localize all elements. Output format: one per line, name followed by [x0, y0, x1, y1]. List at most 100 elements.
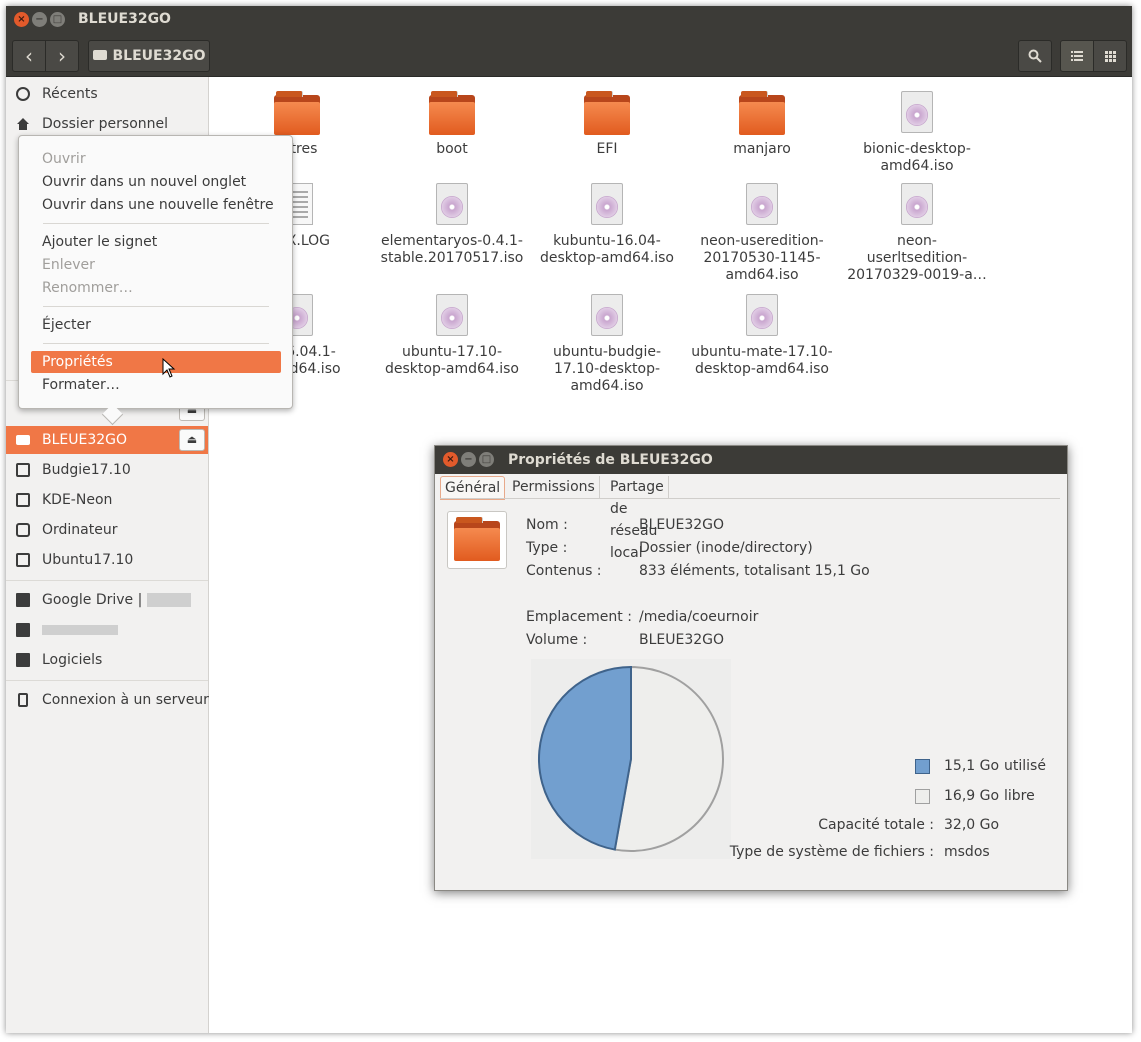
file-name: amd64.iso: [880, 158, 954, 174]
sidebar-item-label: Récents: [42, 86, 98, 102]
disc-image-icon: [584, 294, 630, 340]
forward-button[interactable]: ›: [45, 40, 79, 72]
file-name: desktop-amd64.iso: [694, 361, 829, 377]
sidebar-item-logiciels[interactable]: Logiciels: [6, 646, 208, 674]
file-name: boot: [436, 141, 468, 157]
type-value: Dossier (inode/directory): [639, 540, 813, 556]
sidebar-item-label: Google Drive |: [42, 586, 191, 614]
list-view-button[interactable]: [1060, 40, 1094, 72]
sidebar-item-recents[interactable]: Récents: [6, 80, 208, 108]
file-name: stable.20170517.iso: [380, 250, 524, 266]
sidebar-item-computer[interactable]: Ordinateur: [6, 516, 208, 544]
menu-item-add-bookmark[interactable]: Ajouter le signet: [31, 231, 281, 253]
search-button[interactable]: [1018, 40, 1052, 72]
file-name: elementaryos-0.4.1-: [381, 233, 523, 249]
folder-icon: [429, 91, 475, 137]
capacity-label: Capacité totale :: [818, 817, 934, 833]
file-item[interactable]: ubuntu-mate-17.10- desktop-amd64.iso: [687, 294, 837, 378]
file-item[interactable]: manjaro: [687, 91, 837, 158]
redacted-text: [42, 625, 118, 635]
sidebar-item-bleue32go[interactable]: BLEUE32GO ⏏: [6, 426, 208, 454]
sidebar-item-label: [42, 616, 118, 644]
contents-value: 833 éléments, totalisant 15,1 Go: [639, 563, 870, 579]
back-arrow-icon: ‹: [25, 44, 33, 68]
file-name: desktop-amd64.iso: [384, 361, 519, 377]
minimize-window-button[interactable]: −: [32, 12, 47, 27]
folder-icon: [16, 593, 30, 607]
close-window-button[interactable]: ×: [14, 12, 29, 27]
dialog-close-button[interactable]: ×: [443, 452, 458, 467]
sidebar-item-label: Connexion à un serveur: [42, 692, 209, 708]
sidebar-divider: [6, 580, 208, 581]
menu-item-properties[interactable]: Propriétés: [31, 351, 281, 373]
sidebar-item-redacted-folder[interactable]: [6, 616, 208, 644]
disc-image-icon: [584, 183, 630, 229]
free-legend-swatch: [915, 789, 930, 804]
menu-item-eject[interactable]: Éjecter: [31, 314, 281, 336]
grid-view-button[interactable]: [1093, 40, 1127, 72]
file-item[interactable]: ubuntu-budgie- 17.10-desktop-amd64.iso: [532, 294, 682, 395]
file-item[interactable]: boot: [377, 91, 527, 158]
contents-label: Contenus :: [526, 563, 602, 579]
sidebar-item-label: Dossier personnel: [42, 116, 169, 132]
used-legend-swatch: [915, 759, 930, 774]
title-bar: × − □ BLEUE32GO: [6, 6, 1132, 34]
clock-icon: [16, 87, 30, 101]
back-button[interactable]: ‹: [12, 40, 46, 72]
dialog-maximize-button[interactable]: □: [479, 452, 494, 467]
name-label: Nom :: [526, 517, 568, 533]
menu-item-remove[interactable]: Enlever: [31, 254, 281, 276]
file-item[interactable]: ubuntu-17.10- desktop-amd64.iso: [377, 294, 527, 378]
dialog-title-bar: × − □ Propriétés de BLEUE32GO: [435, 446, 1067, 474]
free-label: libre: [1004, 788, 1035, 804]
file-item[interactable]: neon-userltsedition- 20170329-0019-a…: [842, 183, 992, 284]
sidebar-item-label: Ordinateur: [42, 522, 118, 538]
dialog-minimize-button[interactable]: −: [461, 452, 476, 467]
file-name: ubuntu-budgie-: [552, 344, 661, 360]
menu-item-open[interactable]: Ouvrir: [31, 148, 281, 170]
tab-network-sharing[interactable]: Partage de réseau local: [606, 476, 669, 561]
volume-value: BLEUE32GO: [639, 632, 725, 648]
sidebar-item-home[interactable]: Dossier personnel: [6, 110, 208, 138]
file-item[interactable]: EFI: [532, 91, 682, 158]
sidebar-item-ubuntu[interactable]: Ubuntu17.10: [6, 546, 208, 574]
menu-item-open-new-window[interactable]: Ouvrir dans une nouvelle fenêtre: [31, 194, 281, 216]
file-item[interactable]: bionic-desktop-amd64.iso: [842, 91, 992, 175]
file-item[interactable]: kubuntu-16.04- desktop-amd64.iso: [532, 183, 682, 267]
maximize-window-button[interactable]: □: [50, 12, 65, 27]
location-value: /media/coeurnoir: [639, 609, 759, 625]
free-size: 16,9 Go: [944, 788, 1000, 804]
sidebar-item-google-drive[interactable]: Google Drive |: [6, 586, 208, 614]
file-name: ubuntu-mate-17.10-: [691, 344, 833, 360]
capacity-value: 32,0 Go: [944, 817, 1000, 833]
breadcrumb-button[interactable]: BLEUE32GO: [88, 40, 210, 72]
file-item[interactable]: elementaryos-0.4.1- stable.20170517.iso: [377, 183, 527, 267]
drive-icon: [16, 493, 30, 507]
pie-slice-used: [538, 665, 632, 851]
menu-item-format[interactable]: Formater…: [31, 374, 281, 396]
computer-icon: [16, 523, 30, 537]
sidebar-item-kde-neon[interactable]: KDE-Neon: [6, 486, 208, 514]
folder-icon: [16, 653, 30, 667]
redacted-text: [146, 593, 191, 607]
home-icon: [17, 118, 29, 130]
file-name: desktop-amd64.iso: [539, 250, 674, 266]
file-manager-window: × − □ BLEUE32GO ‹ › BLEUE32GO Récents Do…: [6, 6, 1132, 1033]
sidebar-item-budgie[interactable]: Budgie17.10: [6, 456, 208, 484]
drive-icon: [16, 463, 30, 477]
sidebar-item-connect-server[interactable]: Connexion à un serveur: [6, 686, 209, 714]
file-item[interactable]: neon-useredition- 20170530-1145- amd64.iso: [687, 183, 837, 284]
menu-item-rename[interactable]: Renommer…: [31, 277, 281, 299]
tab-general[interactable]: Général: [440, 476, 506, 500]
folder-preview: [447, 511, 507, 569]
disc-image-icon: [894, 91, 940, 137]
file-name: amd64.iso: [725, 267, 799, 283]
drive-icon: [16, 553, 30, 567]
breadcrumb-label: BLEUE32GO: [112, 48, 206, 64]
tab-permissions[interactable]: Permissions: [508, 476, 600, 498]
menu-item-open-new-tab[interactable]: Ouvrir dans un nouvel onglet: [31, 171, 281, 193]
file-name: 20170329-0019-a…: [847, 267, 987, 283]
search-icon: [1028, 49, 1042, 63]
file-name: 17.10-desktop-: [553, 361, 661, 377]
eject-button[interactable]: ⏏: [179, 429, 205, 451]
